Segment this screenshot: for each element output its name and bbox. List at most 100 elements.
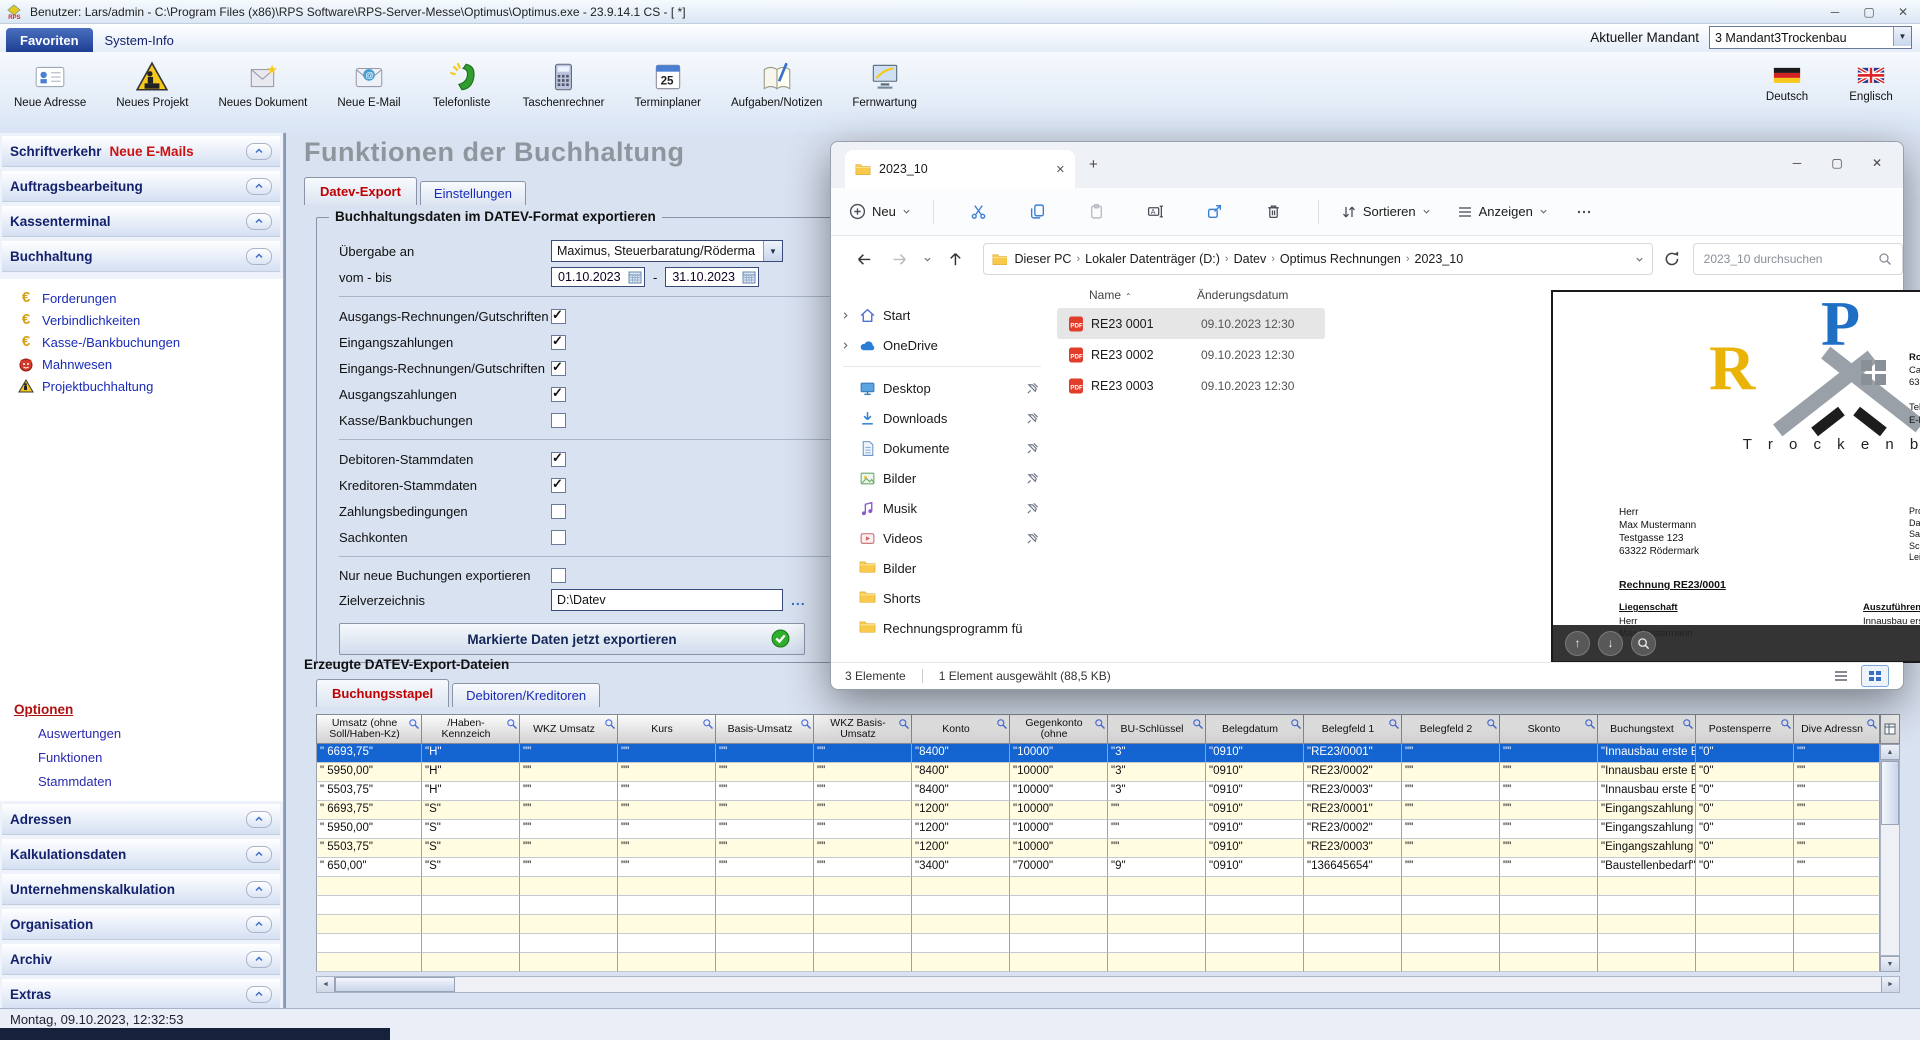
table-row[interactable]: " 6693,75""H""""""""""8400""10000""3""09… — [316, 744, 1900, 763]
nav-item-start[interactable]: Start — [831, 300, 1053, 330]
collapse-button[interactable] — [246, 951, 272, 968]
tab-datev-export[interactable]: Datev-Export — [304, 177, 417, 205]
target-directory-input[interactable]: D:\Datev — [551, 589, 783, 611]
chevron-down-icon[interactable]: ▼ — [763, 241, 782, 261]
sidebar-section-schriftverkehr[interactable]: SchriftverkehrNeue E-Mails — [2, 136, 280, 167]
tab-debitoren-kreditoren[interactable]: Debitoren/Kreditoren — [452, 683, 600, 707]
table-row[interactable] — [316, 915, 1900, 934]
column-header-1[interactable]: Umsatz (ohne Soll/Haben-Kz) — [316, 714, 422, 744]
column-header-11[interactable]: Belegfeld 1 — [1304, 714, 1402, 744]
table-row[interactable] — [316, 896, 1900, 915]
column-header-5[interactable]: Basis-Umsatz — [716, 714, 814, 744]
mandant-select[interactable]: 3 Mandant3Trockenbau ▼ — [1709, 26, 1912, 49]
search-filter-icon[interactable] — [800, 718, 812, 730]
nav-item-bilder[interactable]: Bilder — [831, 463, 1053, 493]
address-box[interactable]: Dieser PC›Lokaler Datenträger (D:)›Datev… — [983, 243, 1653, 275]
language-button-deutsch[interactable]: Deutsch — [1756, 66, 1818, 103]
table-row[interactable]: " 5503,75""H""""""""""8400""10000""3""09… — [316, 782, 1900, 801]
search-filter-icon[interactable] — [1584, 718, 1596, 730]
ausgangszahlungen-checkbox[interactable] — [551, 387, 566, 402]
sidebar-item-kasse-bankbuchungen[interactable]: €Kasse-/Bankbuchungen — [0, 331, 283, 353]
sidebar-section-adressen[interactable]: Adressen — [2, 804, 280, 835]
column-header-10[interactable]: Belegdatum — [1206, 714, 1304, 744]
search-filter-icon[interactable] — [1388, 718, 1400, 730]
sidebar-item-verbindlichkeiten[interactable]: €Verbindlichkeiten — [0, 309, 283, 331]
only-new-checkbox[interactable] — [551, 568, 566, 583]
nav-item-shorts[interactable]: Shorts — [831, 583, 1053, 613]
date-to-field[interactable]: 31.10.2023 — [665, 267, 759, 287]
scroll-right-icon[interactable]: ► — [1881, 977, 1899, 992]
back-icon[interactable] — [856, 251, 873, 268]
toolbar-button-neue-e-mail[interactable]: @Neue E-Mail — [337, 60, 400, 109]
zoom-icon[interactable] — [1631, 631, 1656, 656]
horizontal-scrollbar[interactable]: ◄ ► — [316, 976, 1900, 993]
breadcrumb-item[interactable]: 2023_10 — [1410, 252, 1469, 266]
toolbar-button-terminplaner[interactable]: 25Terminplaner — [634, 60, 700, 109]
date-from-field[interactable]: 01.10.2023 — [551, 267, 645, 287]
uebergabe-select[interactable]: Maximus, Steuerbaratung/Röderma ▼ — [551, 240, 783, 262]
nav-item-onedrive[interactable]: OneDrive — [831, 330, 1053, 360]
sidebar-section-auftragsbearbeitung[interactable]: Auftragsbearbeitung — [2, 171, 280, 202]
up-icon[interactable] — [947, 251, 964, 268]
nav-item-rechnungsprogramm-f-r[interactable]: Rechnungsprogramm für — [831, 613, 1053, 643]
sidebar-item-funktionen[interactable]: Funktionen — [0, 745, 283, 769]
collapse-button[interactable] — [246, 143, 272, 160]
nav-item-desktop[interactable]: Desktop — [831, 373, 1053, 403]
breadcrumb-item[interactable]: Optimus Rechnungen — [1275, 252, 1406, 266]
sidebar-section-buchhaltung[interactable]: Buchhaltung — [2, 241, 280, 272]
tab-buchungsstapel[interactable]: Buchungsstapel — [316, 679, 449, 707]
toolbar-button-telefonliste[interactable]: Telefonliste — [431, 60, 493, 109]
column-header-9[interactable]: BU-Schlüssel — [1108, 714, 1206, 744]
export-button[interactable]: Markierte Daten jetzt exportieren — [339, 623, 805, 655]
sidebar-item-stammdaten[interactable]: Stammdaten — [0, 769, 283, 793]
collapse-button[interactable] — [246, 811, 272, 828]
sidebar-item-forderungen[interactable]: €Forderungen — [0, 287, 283, 309]
maximize-icon[interactable]: ▢ — [1817, 148, 1857, 178]
nav-item-musik[interactable]: Musik — [831, 493, 1053, 523]
search-filter-icon[interactable] — [1192, 718, 1204, 730]
search-filter-icon[interactable] — [604, 718, 616, 730]
column-header-7[interactable]: Konto — [912, 714, 1010, 744]
toolbar-button-neue-adresse[interactable]: Neue Adresse — [14, 60, 86, 109]
column-header-14[interactable]: Buchungstext — [1598, 714, 1696, 744]
column-header-3[interactable]: WKZ Umsatz — [520, 714, 618, 744]
tab-close-icon[interactable]: ✕ — [1056, 163, 1065, 176]
nav-item-dokumente[interactable]: Dokumente — [831, 433, 1053, 463]
table-row[interactable] — [316, 934, 1900, 953]
column-header-16[interactable]: Dive Adressn — [1794, 714, 1880, 744]
collapse-button[interactable] — [246, 881, 272, 898]
forward-icon[interactable] — [891, 251, 908, 268]
chevron-down-icon[interactable] — [1635, 255, 1644, 264]
search-filter-icon[interactable] — [1866, 718, 1878, 730]
table-row[interactable]: " 650,00""S""""""""""3400""70000""9""091… — [316, 858, 1900, 877]
collapse-button[interactable] — [246, 986, 272, 1003]
tab-einstellungen[interactable]: Einstellungen — [420, 181, 526, 205]
sidebar-section-organisation[interactable]: Organisation — [2, 909, 280, 940]
copy-icon[interactable] — [1029, 203, 1046, 220]
previous-page-icon[interactable]: ↑ — [1565, 631, 1590, 656]
calendar-icon[interactable] — [742, 270, 756, 284]
more-options-icon[interactable] — [1576, 204, 1592, 220]
scroll-up-icon[interactable]: ▲ — [1880, 744, 1900, 760]
search-filter-icon[interactable] — [702, 718, 714, 730]
cut-icon[interactable] — [970, 203, 987, 220]
search-filter-icon[interactable] — [1780, 718, 1792, 730]
eingangs-rechnungen-gutschriften-checkbox[interactable] — [551, 361, 566, 376]
zahlungsbedingungen-checkbox[interactable] — [551, 504, 566, 519]
chevron-right-icon[interactable] — [841, 341, 850, 350]
table-row[interactable]: " 5503,75""S""""""""""1200""10000""""091… — [316, 839, 1900, 858]
search-filter-icon[interactable] — [1682, 718, 1694, 730]
search-filter-icon[interactable] — [898, 718, 910, 730]
table-row[interactable]: " 5950,00""S""""""""""1200""10000""""091… — [316, 820, 1900, 839]
toolbar-button-fernwartung[interactable]: Fernwartung — [852, 60, 917, 109]
scroll-left-icon[interactable]: ◄ — [317, 977, 335, 992]
sidebar-item-auswertungen[interactable]: Auswertungen — [0, 721, 283, 745]
chevron-right-icon[interactable] — [841, 311, 850, 320]
collapse-button[interactable] — [246, 846, 272, 863]
column-header-6[interactable]: WKZ Basis-Umsatz — [814, 714, 912, 744]
table-row[interactable]: " 5950,00""H""""""""""8400""10000""3""09… — [316, 763, 1900, 782]
search-filter-icon[interactable] — [1290, 718, 1302, 730]
view-button[interactable]: Anzeigen — [1457, 204, 1548, 220]
new-tab-icon[interactable]: + — [1089, 156, 1098, 173]
column-header-13[interactable]: Skonto — [1500, 714, 1598, 744]
